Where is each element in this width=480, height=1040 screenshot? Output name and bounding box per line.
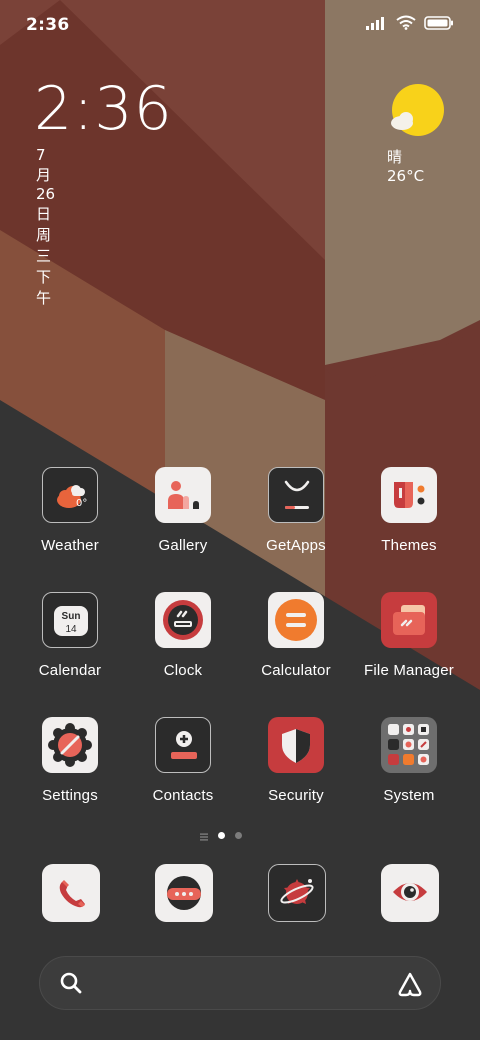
themes-icon: [381, 467, 437, 523]
getapps-icon: [268, 467, 324, 523]
weather-app-badge: 0°: [76, 498, 87, 509]
status-bar: 2:36: [0, 0, 480, 50]
sun-cloud-icon: [391, 84, 444, 136]
app-calculator[interactable]: Calculator: [240, 592, 352, 702]
signal-icon: [366, 15, 388, 34]
app-label: System: [383, 787, 435, 804]
phone-icon: [59, 880, 85, 908]
camera-icon: [393, 883, 427, 901]
app-label: Contacts: [152, 787, 214, 804]
calculator-icon: [268, 592, 324, 648]
wifi-icon: [396, 15, 416, 34]
system-folder-icon: [381, 717, 437, 773]
messages-icon: [167, 876, 201, 910]
app-themes[interactable]: Themes: [353, 467, 465, 577]
file-manager-icon: [381, 592, 437, 648]
dock-messages[interactable]: [155, 864, 213, 922]
app-calendar[interactable]: Sun 14 Calendar: [14, 592, 126, 702]
app-label: Themes: [381, 537, 437, 554]
app-gallery[interactable]: Gallery: [127, 467, 239, 577]
app-label: Settings: [42, 787, 98, 804]
app-settings[interactable]: Settings: [14, 717, 126, 827]
search-icon[interactable]: [58, 970, 84, 1000]
app-contacts[interactable]: Contacts: [127, 717, 239, 827]
page-dot-active[interactable]: [218, 831, 225, 839]
app-label: GetApps: [266, 537, 326, 554]
clock-icon: [155, 592, 211, 648]
clock-widget-date: 7月26日 周三下午: [36, 146, 56, 307]
browser-icon: [280, 879, 314, 904]
app-getapps[interactable]: GetApps: [240, 467, 352, 577]
weather-icon: 0°: [42, 467, 98, 523]
app-label: Gallery: [158, 537, 208, 554]
app-weather[interactable]: 0° Weather: [14, 467, 126, 577]
gallery-icon: [155, 467, 211, 523]
page-dot[interactable]: [235, 831, 242, 839]
app-label: Clock: [163, 662, 203, 679]
dock-browser[interactable]: [268, 864, 326, 922]
security-icon: [268, 717, 324, 773]
app-file-manager[interactable]: File Manager: [353, 592, 465, 702]
menu-lines-icon: [200, 826, 208, 845]
dock-camera[interactable]: [381, 864, 439, 922]
app-label: Calculator: [261, 662, 331, 679]
app-label: Calendar: [38, 662, 102, 679]
calendar-icon-date: 14: [65, 624, 77, 635]
clock-widget-time: 2:36: [34, 74, 173, 144]
page-indicator: [200, 829, 260, 841]
app-label: Weather: [41, 537, 99, 554]
weather-widget-text: 晴 26°C: [387, 148, 425, 185]
app-security[interactable]: Security: [240, 717, 352, 827]
settings-icon: [42, 717, 98, 773]
assistant-icon[interactable]: [396, 970, 424, 1002]
dock-phone[interactable]: [42, 864, 100, 922]
battery-icon: [424, 15, 454, 34]
app-label: Security: [268, 787, 324, 804]
app-clock[interactable]: Clock: [127, 592, 239, 702]
folder-system[interactable]: System: [353, 717, 465, 827]
calendar-icon: Sun 14: [42, 592, 98, 648]
app-label: File Manager: [364, 662, 454, 679]
calendar-icon-day: Sun: [62, 611, 81, 622]
status-time: 2:36: [26, 15, 70, 35]
contacts-icon: [155, 717, 211, 773]
search-bar[interactable]: [39, 956, 441, 1010]
